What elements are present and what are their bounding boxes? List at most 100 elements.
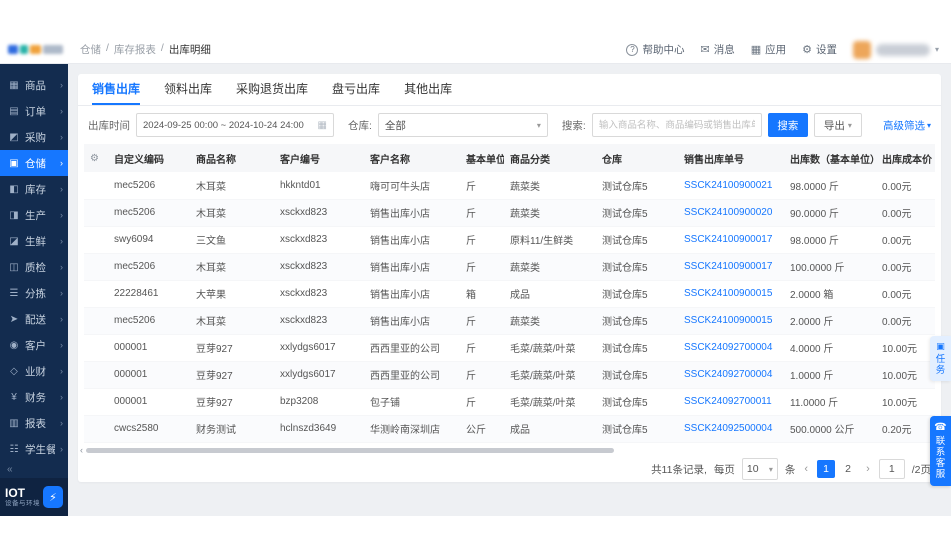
sidebar-item-qc[interactable]: ◫ 质检 › <box>0 254 68 280</box>
table-row[interactable]: 000001 豆芽927 xxlydgs6017 西西里亚的公司斤毛菜/蔬菜/叶菜 测试… <box>84 334 935 362</box>
sidebar-item-customer[interactable]: ◉ 客户 › <box>0 332 68 358</box>
date-range-input[interactable]: 2024-09-25 00:00 ~ 2024-10-24 24:00 ▦ <box>136 113 334 137</box>
user-menu[interactable]: ▾ <box>852 40 939 59</box>
logo-block <box>20 45 28 54</box>
goods-icon: ▦ <box>9 79 19 91</box>
search-button[interactable]: 搜索 <box>767 113 808 137</box>
cell-order_no[interactable]: SSCK24092700011 <box>678 388 784 416</box>
customer-icon: ◉ <box>9 339 19 351</box>
tasks-float-button[interactable]: ▣ 任务 <box>930 336 951 381</box>
cell-customer_no: bzp3208 <box>274 388 364 416</box>
sidebar-item-inventory[interactable]: ◧ 库存 › <box>0 176 68 202</box>
page-jump-input[interactable] <box>878 459 905 480</box>
cell-order_no[interactable]: SSCK24092700004 <box>678 334 784 362</box>
sidebar-item-finance[interactable]: ¥ 财务 › <box>0 384 68 410</box>
chevron-down-icon: ▾ <box>934 45 939 54</box>
cell-order_no[interactable]: SSCK24100900020 <box>678 199 784 227</box>
cell-name: 财务测试 <box>190 415 274 443</box>
cell-order_no[interactable]: SSCK24100900015 <box>678 307 784 335</box>
sidebar-item-delivery[interactable]: ➤ 配送 › <box>0 306 68 332</box>
topbar-action-label: 帮助中心 <box>642 44 685 56</box>
tab-1[interactable]: 领料出库 <box>164 74 212 105</box>
purchase-icon: ◩ <box>9 131 19 143</box>
sidebar-item-fresh[interactable]: ◪ 生鲜 › <box>0 228 68 254</box>
sidebar-item-sorting[interactable]: ☰ 分拣 › <box>0 280 68 306</box>
sidebar-item-orders[interactable]: ▤ 订单 › <box>0 98 68 124</box>
tab-3[interactable]: 盘亏出库 <box>332 74 380 105</box>
topbar-action-messages[interactable]: ✉ 消息 <box>700 42 734 57</box>
scrollbar-thumb[interactable] <box>86 447 614 453</box>
cell-warehouse: 测试仓库5 <box>596 253 678 281</box>
cell-category: 蔬菜类 <box>504 307 596 335</box>
cell-name: 木耳菜 <box>190 199 274 227</box>
biz-finance-icon: ◇ <box>10 365 18 377</box>
tabs: 销售出库 领料出库 采购退货出库 盘亏出库 其他出库 <box>78 74 941 106</box>
app-logo[interactable] <box>8 45 66 54</box>
reports-icon: ▥ <box>9 417 19 429</box>
sidebar-menu: ▦ 商品 › ▤ 订单 › ◩ 采购 › ▣ 仓储 › ◧ 库存 › ◨ 生产 › ◪ 生鲜 › ◫ 质检 › ☰ 分拣 › ➤ 配送 ›… <box>0 72 68 462</box>
export-button[interactable]: 导出 ▾ <box>813 113 862 137</box>
breadcrumb-item[interactable]: 仓储 <box>80 42 101 57</box>
sidebar-item-biz-finance[interactable]: ◇ 业财 › <box>0 358 68 384</box>
cell-customer: 销售出库小店 <box>364 199 460 227</box>
filter-bar: 出库时间 2024-09-25 00:00 ~ 2024-10-24 24:00… <box>78 106 941 144</box>
page-button-2[interactable]: 2 <box>839 460 857 478</box>
next-page-button[interactable]: › <box>864 463 872 475</box>
topbar-action-apps[interactable]: ▦ 应用 <box>751 42 786 57</box>
chevron-right-icon: › <box>60 288 63 298</box>
tab-0[interactable]: 销售出库 <box>92 74 141 105</box>
settings-icon: ⚙ <box>802 44 812 56</box>
tab-4[interactable]: 其他出库 <box>404 74 452 105</box>
cell-category: 毛菜/蔬菜/叶菜 <box>504 388 596 416</box>
chevron-down-icon: ▾ <box>768 464 773 474</box>
per-page-select[interactable]: 10 ▾ <box>741 458 778 481</box>
cell-unit: 斤 <box>460 253 504 281</box>
customer-service-float-button[interactable]: ☎ 联系客服 <box>930 416 951 486</box>
table-row[interactable]: mec5206 木耳菜 xsckxd823 销售出库小店斤蔬菜类 测试仓库5 SSCK24… <box>84 199 935 227</box>
cell-qty: 1.0000 斤 <box>784 361 876 389</box>
cell-order_no[interactable]: SSCK24092500004 <box>678 415 784 443</box>
chevron-right-icon: › <box>60 236 63 246</box>
table-row[interactable]: 22228461 大苹果 xsckxd823 销售出库小店箱成品 测试仓库5 SSCK24… <box>84 280 935 308</box>
sidebar-item-purchase[interactable]: ◩ 采购 › <box>0 124 68 150</box>
sidebar-collapse-icon[interactable]: « <box>7 464 13 475</box>
cell-warehouse: 测试仓库5 <box>596 388 678 416</box>
sidebar-item-label: 配送 <box>25 313 46 326</box>
search-input[interactable] <box>592 114 761 136</box>
cell-name: 大苹果 <box>190 280 274 308</box>
table-row[interactable]: mec5206 木耳菜 xsckxd823 销售出库小店斤蔬菜类 测试仓库5 SSCK24… <box>84 307 935 335</box>
cell-order_no[interactable]: SSCK24100900017 <box>678 226 784 254</box>
column-settings-icon[interactable]: ⚙ <box>90 153 99 164</box>
scroll-left-icon[interactable]: ‹ <box>80 445 83 455</box>
table-row[interactable]: 000001 豆芽927 xxlydgs6017 西西里亚的公司斤毛菜/蔬菜/叶菜 测试… <box>84 361 935 389</box>
sidebar-item-goods[interactable]: ▦ 商品 › <box>0 72 68 98</box>
cell-order_no[interactable]: SSCK24100900021 <box>678 172 784 200</box>
topbar-action-settings[interactable]: ⚙ 设置 <box>802 42 837 57</box>
topbar-action-help[interactable]: ? 帮助中心 <box>626 42 684 57</box>
table-row[interactable]: 000001 豆芽927 bzp3208 包子铺斤毛菜/蔬菜/叶菜 测试仓库5 SSCK2… <box>84 388 935 416</box>
cell-order_no[interactable]: SSCK24100900017 <box>678 253 784 281</box>
search-input-wrap <box>591 113 762 137</box>
cell-name: 豆芽927 <box>190 388 274 416</box>
table-row[interactable]: mec5206 木耳菜 xsckxd823 销售出库小店斤蔬菜类 测试仓库5 SSCK24… <box>84 253 935 281</box>
sidebar-item-warehouse[interactable]: ▣ 仓储 › <box>0 150 68 176</box>
column-header: 出库成本价 <box>876 144 935 172</box>
table-row[interactable]: mec5206 木耳菜 hkkntd01 嗨可可牛头店斤蔬菜类 测试仓库5 SSCK241… <box>84 172 935 200</box>
warehouse-select[interactable]: 全部 ▾ <box>377 113 548 137</box>
cell-order_no[interactable]: SSCK24092700004 <box>678 361 784 389</box>
cell-category: 蔬菜类 <box>504 172 596 200</box>
column-header: 客户编号 <box>274 144 364 172</box>
table-row[interactable]: cwcs2580 财务测试 hclnszd3649 华测岭南深圳店 公斤 成品 测试仓库5 S… <box>84 415 935 443</box>
cell-code: 000001 <box>108 334 190 362</box>
breadcrumb-item[interactable]: 库存报表 <box>114 42 156 57</box>
sidebar-item-production[interactable]: ◨ 生产 › <box>0 202 68 228</box>
advanced-filter-toggle[interactable]: 高级筛选 ▾ <box>883 118 931 133</box>
chevron-right-icon: › <box>60 132 63 142</box>
sidebar-item-reports[interactable]: ▥ 报表 › <box>0 410 68 436</box>
page-button-1[interactable]: 1 <box>817 460 836 479</box>
cell-order_no[interactable]: SSCK24100900015 <box>678 280 784 308</box>
sidebar-item-student-meal[interactable]: ☷ 学生餐 › <box>0 436 68 462</box>
tab-2[interactable]: 采购退货出库 <box>236 74 308 105</box>
table-row[interactable]: swy6094 三文鱼 xsckxd823 销售出库小店斤原料11/生鲜类 测试仓库5 S… <box>84 226 935 254</box>
prev-page-button[interactable]: ‹ <box>802 463 810 475</box>
